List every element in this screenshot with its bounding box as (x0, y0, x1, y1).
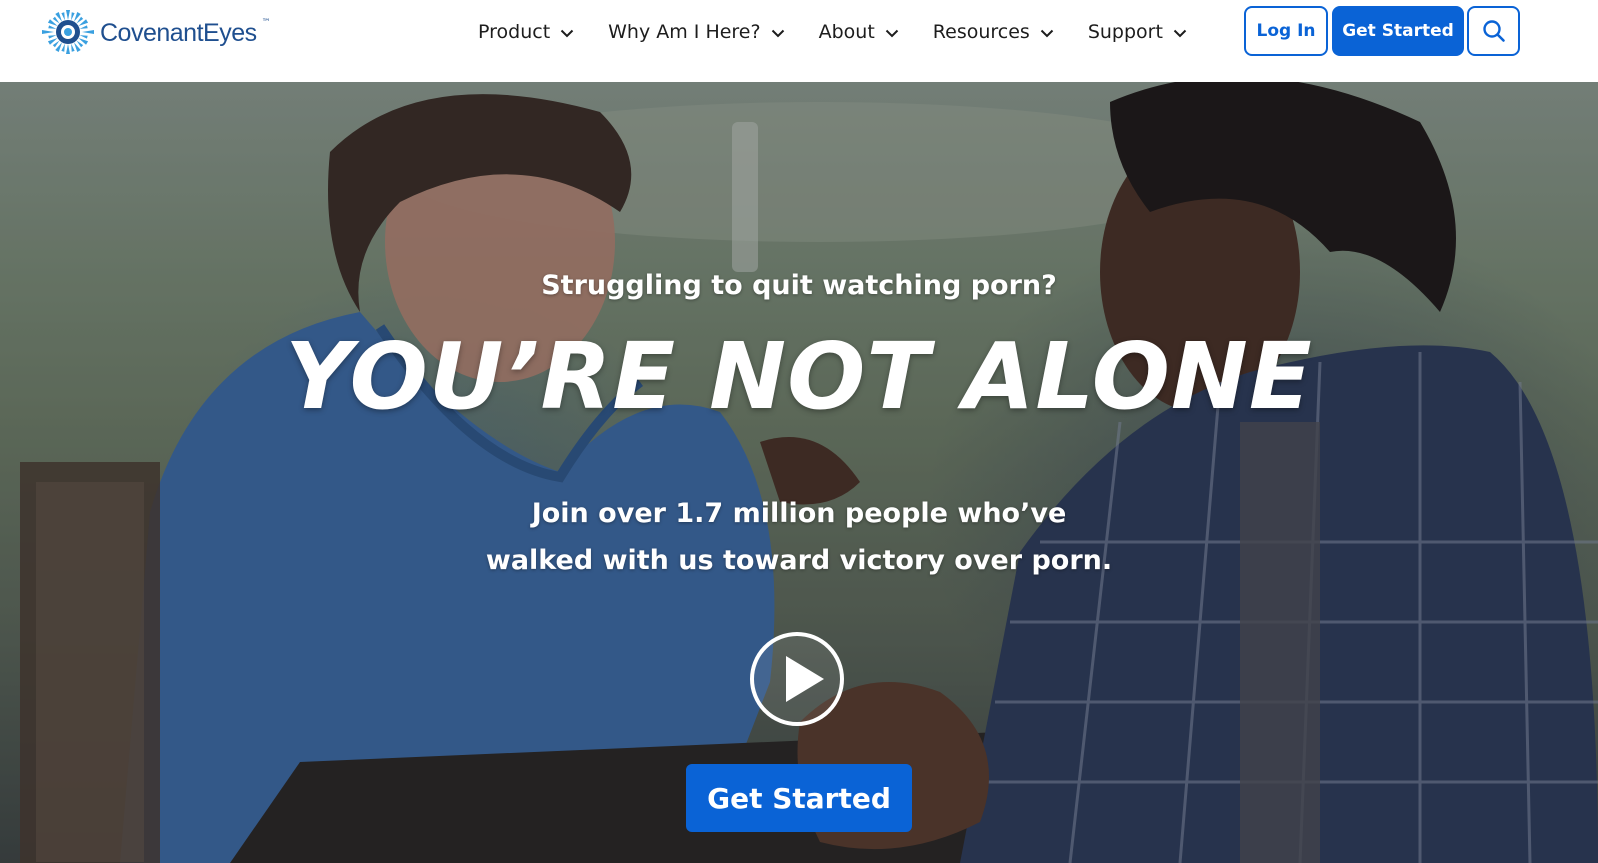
hero-body-line-2: walked with us toward victory over porn. (485, 545, 1113, 576)
hero-body-text: Join over 1.7 million people who’ve walk… (0, 490, 1598, 584)
get-started-button-hero[interactable]: Get Started (686, 764, 912, 832)
chevron-down-icon (771, 29, 784, 38)
nav-item-label: Product (478, 21, 551, 43)
hero-overlay (0, 82, 1598, 863)
search-icon (1482, 20, 1505, 42)
hero-title: YOU’RE NOT ALONE (285, 323, 1313, 430)
hero-section: Struggling to quit watching porn? YOU’RE… (0, 82, 1598, 863)
nav-item-about[interactable]: About (819, 16, 899, 48)
trademark-symbol: ™ (261, 18, 271, 28)
nav-item-product[interactable]: Product (478, 16, 574, 48)
log-in-button[interactable]: Log In (1244, 6, 1328, 56)
covenant-eyes-logo[interactable]: CovenantEyes ™ (40, 8, 271, 56)
logo-wordmark: CovenantEyes (100, 18, 257, 47)
search-button[interactable] (1467, 6, 1520, 56)
chevron-down-icon (1173, 29, 1187, 38)
nav-item-resources[interactable]: Resources (933, 16, 1054, 48)
nav-item-label: Resources (932, 21, 1030, 43)
nav-item-label: About (818, 21, 875, 43)
hero-body-line-1: Join over 1.7 million people who’ve (531, 498, 1067, 529)
nav-item-label: Why Am I Here? (608, 21, 761, 43)
play-icon (750, 632, 844, 726)
nav-item-label: Support (1087, 21, 1163, 43)
main-nav: Product Why Am I Here? About Resources S… (478, 16, 1187, 48)
nav-item-support[interactable]: Support (1088, 16, 1187, 48)
nav-item-why-am-i-here[interactable]: Why Am I Here? (608, 16, 784, 48)
site-header: CovenantEyes ™ Product Why Am I Here? Abo… (0, 0, 1598, 82)
chevron-down-icon (1040, 29, 1054, 38)
get-started-button-header[interactable]: Get Started (1332, 6, 1464, 56)
play-video-button[interactable] (748, 630, 846, 728)
eye-sunburst-icon (42, 10, 94, 54)
chevron-down-icon (560, 29, 574, 38)
hero-subtitle: Struggling to quit watching porn? (541, 270, 1057, 301)
chevron-down-icon (885, 29, 898, 38)
